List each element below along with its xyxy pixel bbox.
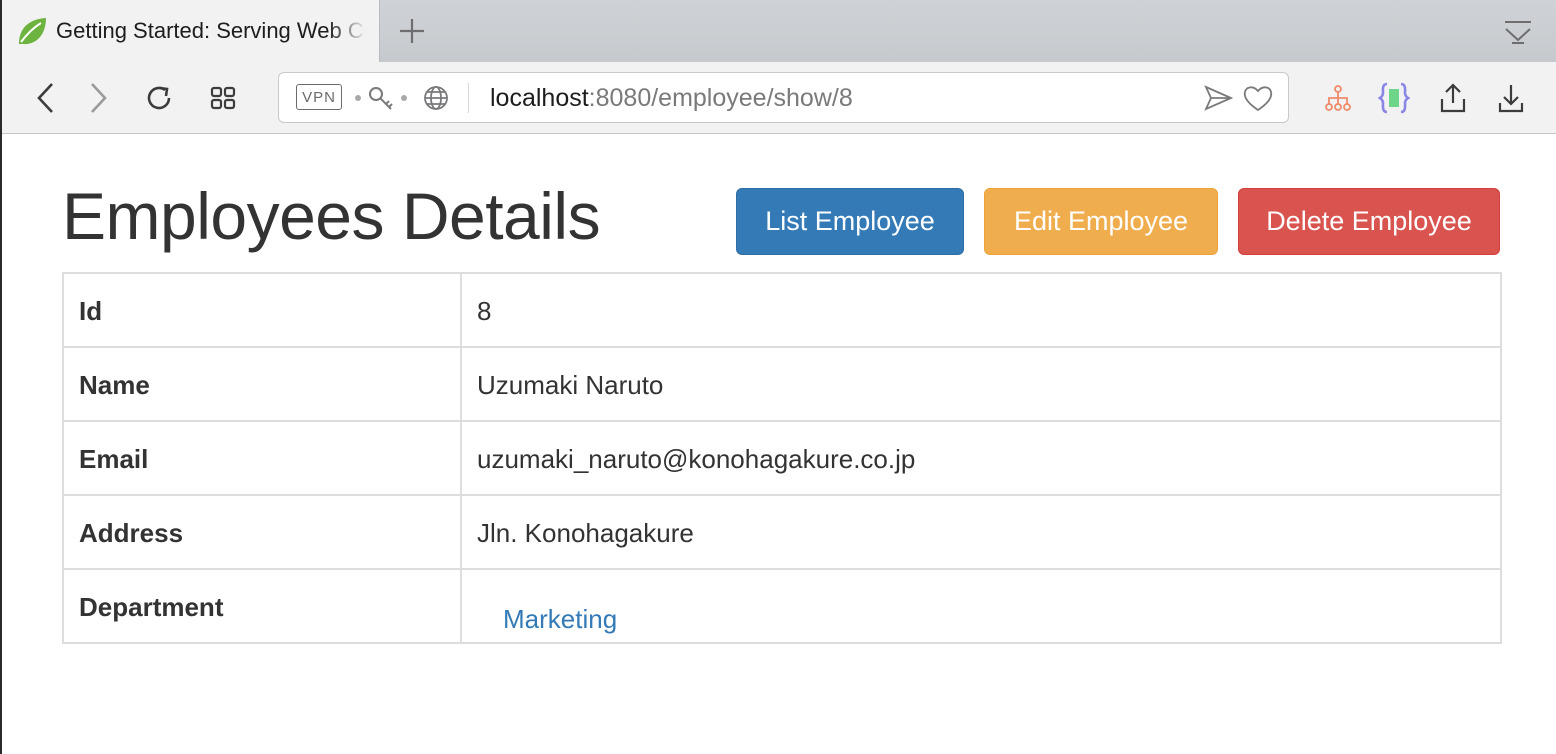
field-label-cell: Department — [62, 568, 462, 644]
field-value-cell: Uzumaki Naruto — [460, 346, 1502, 422]
employee-details-table: Id 8 Name Uzumaki Naruto Email uzumaki_n… — [62, 272, 1502, 644]
field-label: Address — [79, 518, 184, 548]
tab-title: Getting Started: Serving Web Content — [56, 18, 366, 43]
table-row: Department Marketing — [62, 568, 1502, 644]
separator-dot — [355, 95, 361, 101]
heart-icon[interactable] — [1242, 82, 1274, 114]
tab-menu-icon[interactable] — [1500, 16, 1536, 48]
field-value-cell: uzumaki_naruto@konohagakure.co.jp — [460, 420, 1502, 496]
plus-icon[interactable] — [394, 13, 430, 49]
field-value: Uzumaki Naruto — [477, 370, 664, 400]
field-value-cell: Jln. Konohagakure — [460, 494, 1502, 570]
field-value: uzumaki_naruto@konohagakure.co.jp — [477, 444, 916, 474]
url-text[interactable]: localhost:8080/employee/show/8 — [490, 83, 853, 113]
field-label: Department — [79, 592, 224, 622]
table-row: Name Uzumaki Naruto — [62, 346, 1502, 422]
url-host: localhost — [490, 84, 589, 112]
address-bar[interactable]: VPN localhost:8080/employee/show/8 — [278, 72, 1289, 123]
list-employee-button[interactable]: List Employee — [736, 188, 964, 255]
field-value: Jln. Konohagakure — [477, 518, 694, 548]
department-link[interactable]: Marketing — [503, 604, 1485, 635]
reload-icon[interactable] — [141, 80, 177, 116]
page-title: Employees Details — [62, 179, 601, 253]
tab-bar: Getting Started: Serving Web Content — [2, 0, 1556, 62]
field-label: Name — [79, 370, 150, 400]
chevron-right-icon[interactable] — [80, 80, 116, 116]
field-label-cell: Address — [62, 494, 462, 570]
table-row: Email uzumaki_naruto@konohagakure.co.jp — [62, 420, 1502, 496]
field-label-cell: Id — [62, 272, 462, 348]
share-icon[interactable] — [1435, 80, 1471, 116]
spring-leaf-icon — [14, 13, 50, 49]
edit-employee-button[interactable]: Edit Employee — [984, 188, 1218, 255]
chevron-left-icon[interactable] — [28, 80, 64, 116]
json-braces-icon[interactable] — [1376, 80, 1412, 116]
separator-dot — [401, 95, 407, 101]
key-icon[interactable] — [365, 82, 397, 114]
download-icon[interactable] — [1493, 80, 1529, 116]
delete-employee-button[interactable]: Delete Employee — [1238, 188, 1500, 255]
field-label: Email — [79, 444, 149, 474]
table-row: Address Jln. Konohagakure — [62, 494, 1502, 570]
field-value-cell: 8 — [460, 272, 1502, 348]
field-value: 8 — [477, 296, 492, 326]
address-separator — [468, 83, 469, 113]
navigation-bar: VPN localhost:8080/employee/show/8 — [2, 62, 1556, 134]
send-icon[interactable] — [1202, 82, 1234, 114]
field-label-cell: Name — [62, 346, 462, 422]
url-path: :8080/employee/show/8 — [588, 84, 853, 112]
grid-icon[interactable] — [205, 80, 241, 116]
vpn-badge[interactable]: VPN — [296, 84, 342, 110]
field-value-cell: Marketing — [460, 568, 1502, 644]
globe-icon[interactable] — [420, 82, 452, 114]
table-row: Id 8 — [62, 272, 1502, 348]
sitemap-icon[interactable] — [1320, 80, 1356, 116]
field-label: Id — [79, 296, 103, 326]
browser-tab[interactable]: Getting Started: Serving Web Content — [2, 0, 380, 62]
field-label-cell: Email — [62, 420, 462, 496]
